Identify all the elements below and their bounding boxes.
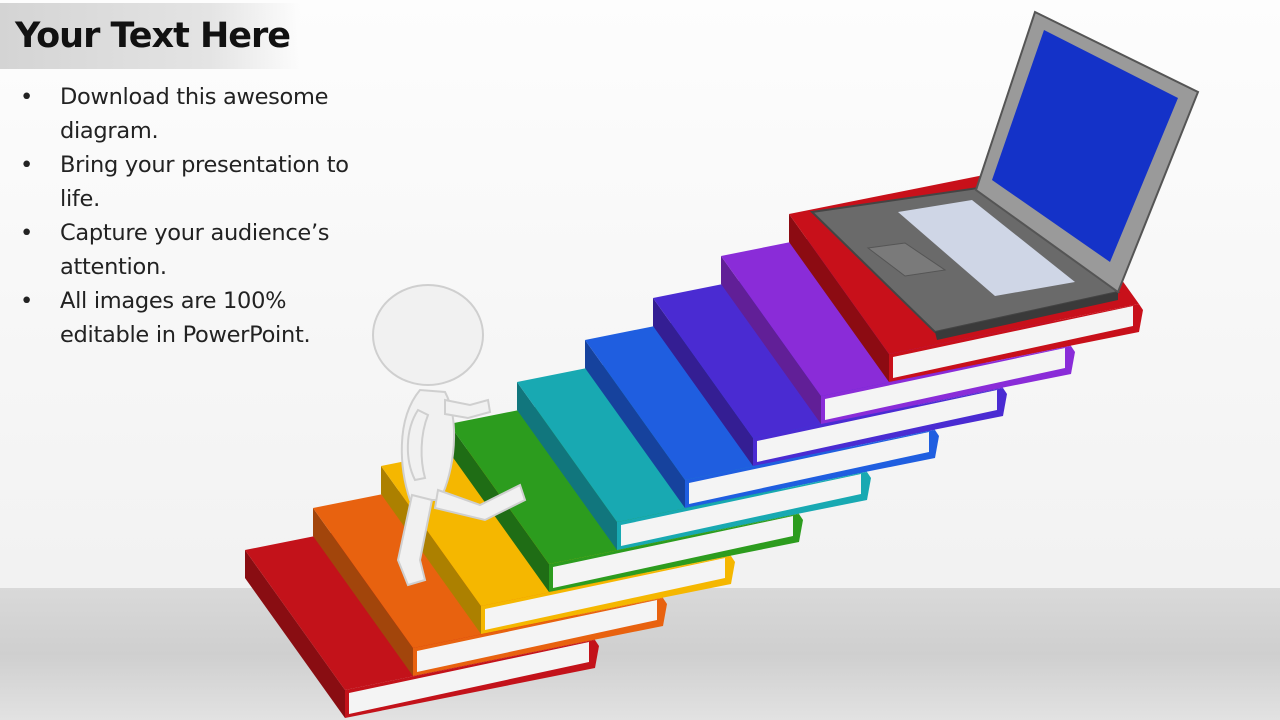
book-stairs-illustration[interactable]: [0, 0, 1280, 720]
